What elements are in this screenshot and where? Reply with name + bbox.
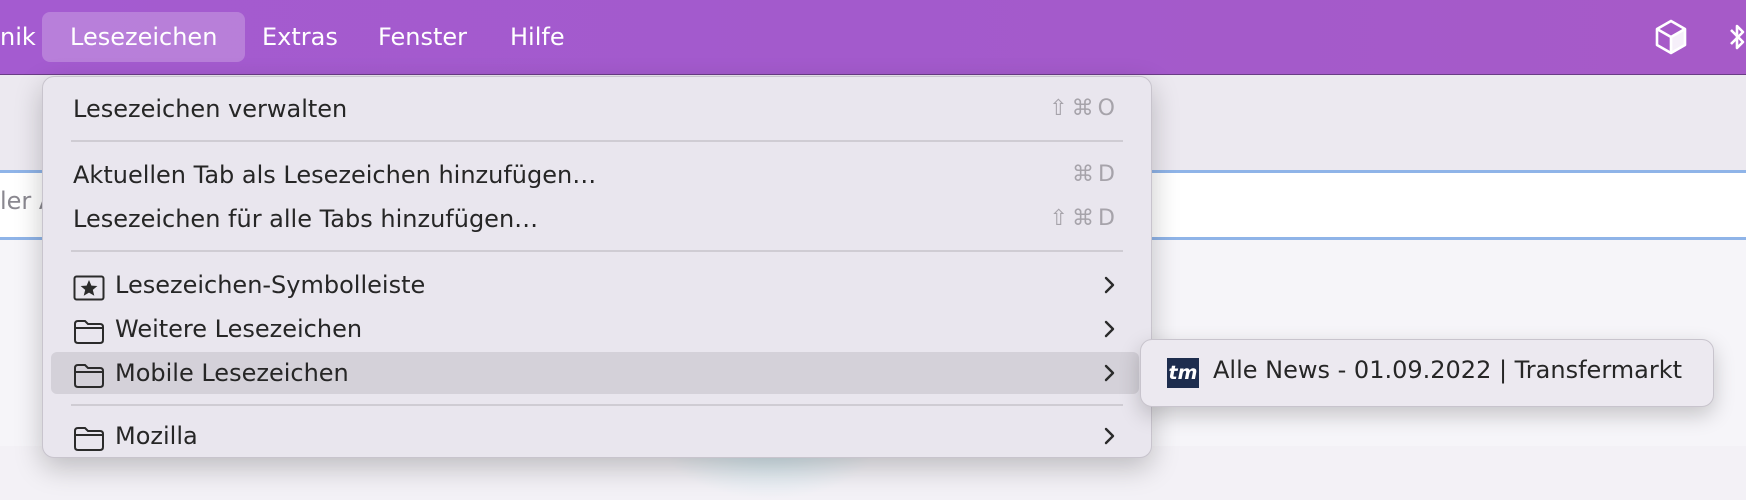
chevron-right-icon xyxy=(1103,415,1117,470)
menu-separator xyxy=(71,140,1123,142)
menu-mozilla-folder[interactable]: Mozilla xyxy=(51,415,1139,457)
menu-item-window[interactable]: Fenster xyxy=(378,12,467,62)
menu-item-extras[interactable]: Extras xyxy=(262,12,338,62)
menu-item-label: Weitere Lesezeichen xyxy=(115,315,363,343)
menu-mobile-bookmarks[interactable]: Mobile Lesezeichen xyxy=(51,352,1139,394)
mobile-bookmarks-submenu: tm Alle News - 01.09.2022 | Transfermark… xyxy=(1140,339,1714,407)
menu-item-shortcut: ⇧⌘D xyxy=(1049,206,1119,231)
menu-item-label: Mobile Lesezeichen xyxy=(115,359,349,387)
folder-icon xyxy=(73,360,105,388)
menu-other-bookmarks[interactable]: Weitere Lesezeichen xyxy=(51,308,1139,350)
submenu-bookmark-item[interactable]: tm Alle News - 01.09.2022 | Transfermark… xyxy=(1141,340,1713,406)
menu-bookmarks-toolbar[interactable]: Lesezeichen-Symbolleiste xyxy=(51,264,1139,306)
box-3d-icon[interactable] xyxy=(1654,18,1688,60)
menu-item-label: Mozilla xyxy=(115,422,198,450)
menu-separator xyxy=(71,250,1123,252)
submenu-item-label: Alle News - 01.09.2022 | Transfermarkt xyxy=(1213,356,1683,384)
menu-item-shortcut: ⇧⌘O xyxy=(1049,96,1119,121)
bluetooth-icon[interactable] xyxy=(1728,18,1746,60)
menu-bar: nik Lesezeichen Extras Fenster Hilfe xyxy=(0,0,1746,75)
menu-manage-bookmarks[interactable]: Lesezeichen verwalten ⇧⌘O xyxy=(51,88,1139,130)
menu-item-label: Lesezeichen für alle Tabs hinzufügen… xyxy=(73,205,539,233)
menu-item-label: Aktuellen Tab als Lesezeichen hinzufügen… xyxy=(73,161,597,189)
menu-separator xyxy=(71,404,1123,406)
menu-item-help[interactable]: Hilfe xyxy=(510,12,565,62)
menu-bookmark-current-tab[interactable]: Aktuellen Tab als Lesezeichen hinzufügen… xyxy=(51,154,1139,196)
menu-item-shortcut: ⌘D xyxy=(1072,162,1119,187)
star-box-icon xyxy=(73,272,105,301)
menu-item-label: Lesezeichen verwalten xyxy=(73,95,348,123)
folder-icon xyxy=(73,423,105,451)
menu-bookmark-all-tabs[interactable]: Lesezeichen für alle Tabs hinzufügen… ⇧⌘… xyxy=(51,198,1139,240)
menu-item-bookmarks[interactable]: Lesezeichen xyxy=(42,12,246,62)
menu-item-partial[interactable]: nik xyxy=(0,12,36,62)
folder-icon xyxy=(73,316,105,344)
bookmarks-menu: Lesezeichen verwalten ⇧⌘O Aktuellen Tab … xyxy=(42,76,1152,458)
transfermarkt-favicon-icon: tm xyxy=(1167,358,1199,388)
menu-item-label: Lesezeichen-Symbolleiste xyxy=(115,271,426,299)
chevron-right-icon xyxy=(1103,352,1117,407)
